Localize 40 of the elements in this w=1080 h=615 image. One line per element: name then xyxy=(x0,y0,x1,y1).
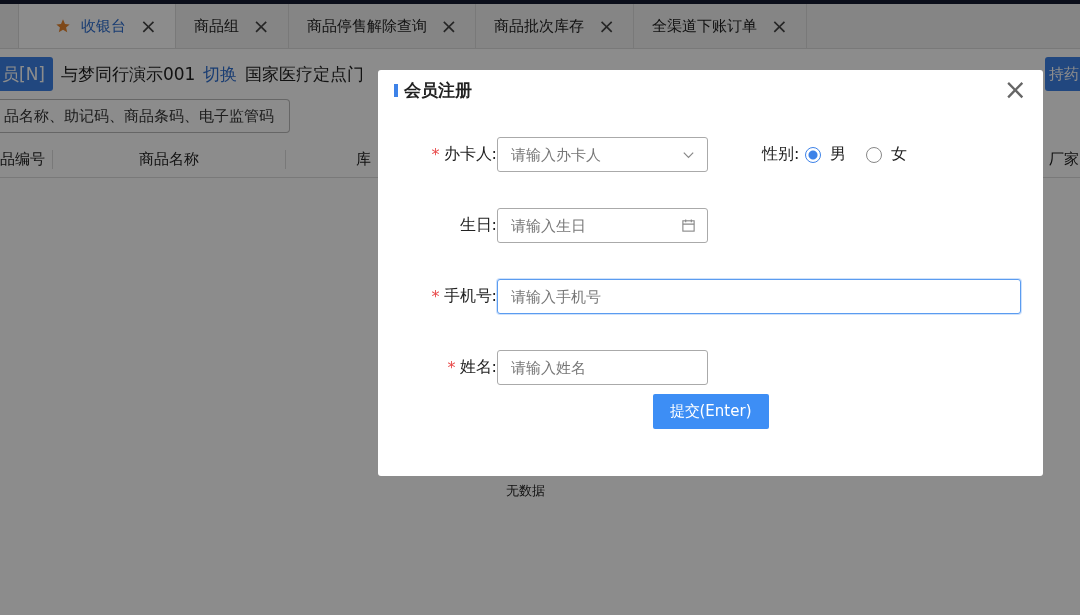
field-label: 手机号: xyxy=(443,286,497,307)
required-mark: * xyxy=(447,358,456,377)
field-label: 生日: xyxy=(459,215,497,236)
member-button[interactable]: 员[N] xyxy=(0,57,53,91)
switch-link[interactable]: 切换 xyxy=(203,62,238,86)
radio-label[interactable]: 男 xyxy=(830,144,847,165)
close-icon[interactable]: × xyxy=(771,14,788,38)
close-icon[interactable]: × xyxy=(252,14,270,38)
tab[interactable]: 商品组 × xyxy=(175,4,289,48)
field-label: 性别: xyxy=(762,144,800,165)
tab[interactable]: 全渠道下账订单 × xyxy=(634,4,807,48)
submit-button[interactable]: 提交(Enter) xyxy=(652,394,769,429)
input-field[interactable]: 请输入手机号 xyxy=(497,279,1021,314)
tab[interactable]: 收银台 × xyxy=(19,4,176,48)
input-field[interactable]: 请输入姓名 xyxy=(497,350,708,385)
dialog-title: 会员注册 xyxy=(404,78,472,102)
radio-label[interactable]: 女 xyxy=(891,144,908,165)
column-header: 库 xyxy=(355,149,372,169)
search-field[interactable]: 品名称、助记码、商品条码、电子监管码 xyxy=(0,99,290,133)
column-header: 品编号 xyxy=(0,149,53,169)
empty-text: 无数据 xyxy=(505,482,545,500)
store-code: 国家医疗定点门 xyxy=(245,62,365,86)
input-field[interactable]: 请输入生日 xyxy=(497,208,708,243)
tab[interactable]: 商品停售解除查询 × xyxy=(288,4,477,48)
field-label: 办卡人: xyxy=(443,144,497,165)
close-icon[interactable]: × xyxy=(1003,76,1027,104)
close-icon[interactable]: × xyxy=(598,14,616,38)
calendar-icon xyxy=(681,218,696,233)
column-header: 厂家 xyxy=(1049,149,1080,169)
required-mark: * xyxy=(431,287,440,306)
required-mark: * xyxy=(431,145,440,164)
field-label: 姓名: xyxy=(459,357,497,378)
column-header: 商品名称 xyxy=(53,149,286,169)
action-button[interactable]: 持药 xyxy=(1045,57,1080,91)
input-field[interactable]: 请输入办卡人 xyxy=(497,137,708,172)
tab[interactable]: 商品批次库存 × xyxy=(476,4,635,48)
store-name: 与梦同行演示001 xyxy=(61,62,196,86)
close-icon[interactable]: × xyxy=(440,14,458,38)
radio-button[interactable] xyxy=(805,146,822,163)
close-icon[interactable]: × xyxy=(140,14,157,38)
